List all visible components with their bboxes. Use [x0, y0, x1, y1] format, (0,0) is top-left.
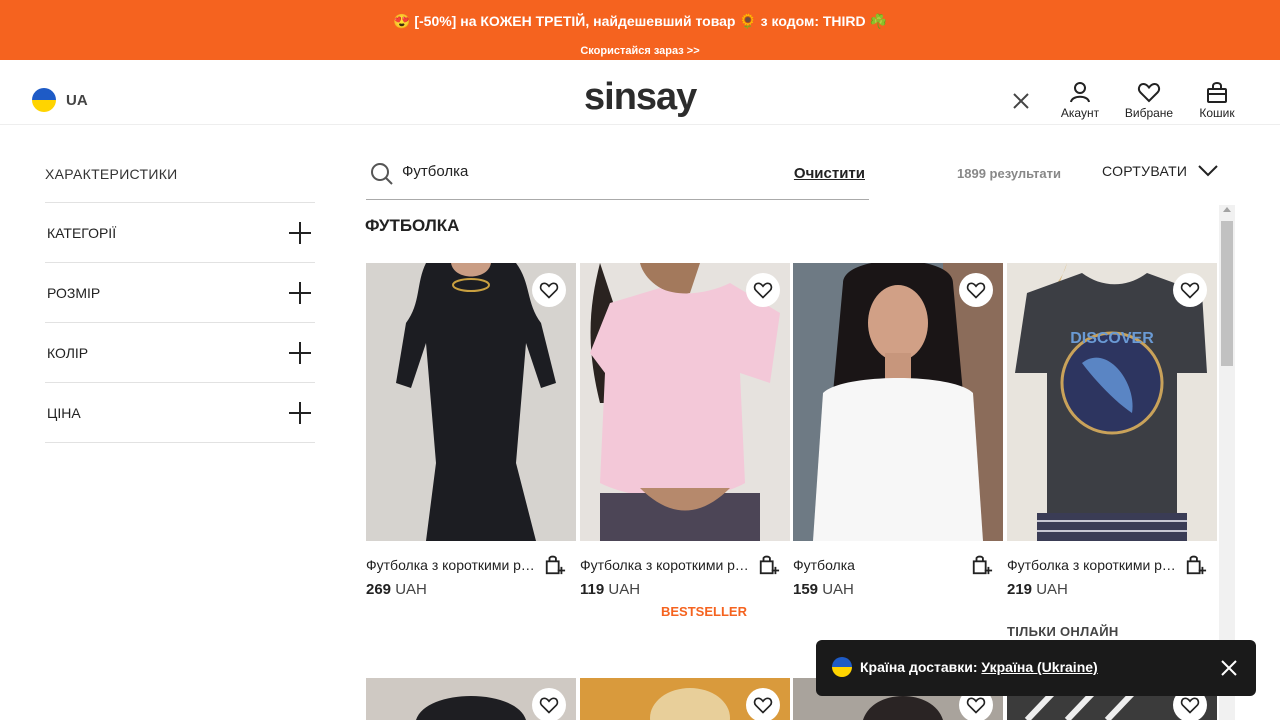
add-to-cart-icon[interactable] — [971, 554, 993, 576]
user-icon — [1070, 82, 1090, 103]
promo-text: 😍 [-50%] на КОЖЕН ТРЕТІЙ, найдешевший то… — [393, 13, 887, 29]
close-icon[interactable] — [1220, 659, 1238, 677]
logo[interactable]: sinsay — [584, 76, 697, 119]
heart-icon — [753, 282, 773, 299]
page-title: ФУТБОЛКА — [365, 216, 460, 235]
sort-dropdown[interactable]: СОРТУВАТИ — [1102, 163, 1219, 179]
search-bar: Очистити — [366, 148, 869, 200]
add-to-cart-icon[interactable] — [544, 554, 566, 576]
filter-size[interactable]: РОЗМІР — [45, 263, 315, 323]
product-image[interactable] — [793, 263, 1003, 541]
product-card[interactable]: Футболка 159 UAH — [793, 263, 1003, 598]
clear-search-button[interactable]: Очистити — [794, 165, 865, 182]
scrollbar-thumb[interactable] — [1221, 221, 1233, 366]
plus-icon — [289, 221, 311, 244]
product-card[interactable] — [366, 678, 576, 720]
favorites-label: Вибране — [1124, 106, 1174, 120]
filters-title: ХАРАКТЕРИСТИКИ — [45, 145, 315, 203]
filter-label: КАТЕГОРІЇ — [47, 224, 117, 241]
chevron-down-icon — [1198, 165, 1218, 177]
toast-message: Країна доставки: Україна (Ukraine) — [860, 659, 1098, 675]
results-count: 1899 результати — [957, 166, 1061, 181]
filter-color[interactable]: КОЛІР — [45, 323, 315, 383]
sort-label: СОРТУВАТИ — [1102, 163, 1188, 179]
promo-banner[interactable]: 😍 [-50%] на КОЖЕН ТРЕТІЙ, найдешевший то… — [0, 0, 1280, 60]
heart-icon — [539, 282, 559, 299]
heart-icon — [966, 697, 986, 714]
heart-icon — [1137, 82, 1161, 103]
site-header: UA sinsay Акаунт Вибране Кошик — [0, 60, 1280, 125]
ukraine-flag-icon — [832, 657, 852, 677]
svg-text:DISCOVER: DISCOVER — [1070, 330, 1154, 347]
delivery-country-toast: Країна доставки: Україна (Ukraine) — [816, 640, 1256, 696]
heart-icon — [1180, 282, 1200, 299]
add-to-cart-icon[interactable] — [758, 554, 780, 576]
product-image[interactable] — [366, 263, 576, 541]
add-to-favorites-button[interactable] — [746, 688, 780, 720]
plus-icon — [289, 281, 311, 304]
filter-label: КОЛІР — [47, 344, 89, 361]
country-code: UA — [66, 91, 88, 109]
product-image[interactable]: DISCOVER — [1007, 263, 1217, 541]
account-label: Акаунт — [1060, 106, 1100, 120]
filter-label: ЦІНА — [47, 404, 81, 421]
product-price: 219 UAH — [1007, 581, 1068, 598]
account-button[interactable]: Акаунт — [1040, 80, 1120, 120]
bag-icon — [1207, 82, 1227, 103]
cart-button[interactable]: Кошик — [1177, 80, 1257, 120]
cart-label: Кошик — [1199, 106, 1235, 120]
product-card[interactable]: Футболка з короткими рукавами 119 UAH — [580, 263, 790, 598]
search-input[interactable] — [402, 163, 782, 180]
plus-icon — [289, 341, 311, 364]
product-name[interactable]: Футболка з короткими рукавами — [1007, 557, 1177, 573]
product-card[interactable] — [580, 678, 790, 720]
promo-cta-link[interactable]: Скористайся зараз >> — [0, 45, 1280, 57]
add-to-favorites-button[interactable] — [532, 688, 566, 720]
filter-price[interactable]: ЦІНА — [45, 383, 315, 443]
product-price: 159 UAH — [793, 581, 854, 598]
filter-label: РОЗМІР — [47, 284, 101, 301]
search-icon — [371, 163, 393, 185]
scroll-up-arrow-icon[interactable] — [1223, 207, 1231, 212]
toast-label: Країна доставки: — [860, 659, 978, 675]
add-to-cart-icon[interactable] — [1185, 554, 1207, 576]
heart-icon — [1180, 697, 1200, 714]
product-card[interactable]: Футболка з короткими рукавами 269 UAH — [366, 263, 576, 598]
product-image[interactable] — [580, 263, 790, 541]
product-price: 119 UAH — [580, 581, 641, 598]
country-selector[interactable]: UA — [32, 88, 88, 112]
product-name[interactable]: Футболка з короткими рукавами — [580, 557, 750, 573]
filter-categories[interactable]: КАТЕГОРІЇ — [45, 203, 315, 263]
close-search-icon[interactable] — [1010, 90, 1032, 112]
delivery-country-link[interactable]: Україна (Ukraine) — [981, 659, 1097, 675]
bestseller-badge: BESTSELLER — [661, 604, 747, 619]
online-only-badge: ТІЛЬКИ ОНЛАЙН — [1007, 624, 1119, 639]
plus-icon — [289, 401, 311, 424]
add-to-favorites-button[interactable] — [746, 273, 780, 307]
ukraine-flag-icon — [32, 88, 56, 112]
heart-icon — [753, 697, 773, 714]
product-name[interactable]: Футболка з короткими рукавами — [366, 557, 536, 573]
add-to-favorites-button[interactable] — [532, 273, 566, 307]
add-to-favorites-button[interactable] — [1173, 273, 1207, 307]
add-to-favorites-button[interactable] — [959, 273, 993, 307]
product-name[interactable]: Футболка — [793, 557, 963, 573]
product-price: 269 UAH — [366, 581, 427, 598]
heart-icon — [539, 697, 559, 714]
filters-sidebar: ХАРАКТЕРИСТИКИ КАТЕГОРІЇ РОЗМІР КОЛІР ЦІ… — [45, 145, 315, 443]
product-card[interactable]: DISCOVER Футболка з короткими рукавами 2… — [1007, 263, 1217, 598]
heart-icon — [966, 282, 986, 299]
